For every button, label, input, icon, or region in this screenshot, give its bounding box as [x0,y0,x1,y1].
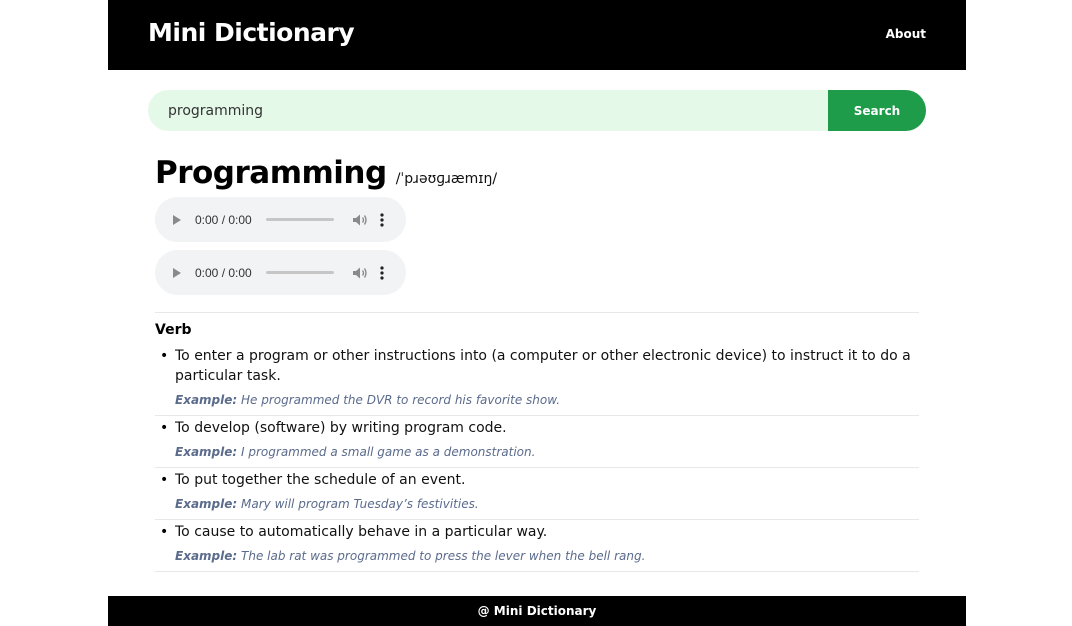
part-of-speech: Verb [155,322,192,338]
example-sentence: The lab rat was programmed to press the … [241,549,646,563]
site-header: Mini Dictionary About [108,0,966,70]
example-text: Example: I programmed a small game as a … [175,445,919,459]
example-text: Example: The lab rat was programmed to p… [175,549,919,563]
volume-icon[interactable] [352,213,368,227]
search-form: Search [148,90,926,131]
audio-time: 0:00 / 0:00 [195,265,252,280]
example-label: Example: [175,549,238,563]
definition-text: To put together the schedule of an event… [175,472,466,488]
example-text: Example: He programmed the DVR to record… [175,393,919,407]
definition-item: • To enter a program or other instructio… [155,346,919,416]
example-sentence: I programmed a small game as a demonstra… [241,445,536,459]
bullet-icon: • [160,348,169,364]
search-input[interactable] [148,90,848,131]
word-heading: Programming /ˈpɹəʊɡɹæmɪŋ/ [155,155,919,191]
definition-item: • To develop (software) by writing progr… [155,418,919,468]
audio-player[interactable]: 0:00 / 0:00 [155,197,406,242]
volume-icon[interactable] [352,266,368,280]
definition-text: To develop (software) by writing program… [175,420,507,436]
phonetic-text: /ˈpɹəʊɡɹæmɪŋ/ [395,171,498,187]
definition-item: • To cause to automatically behave in a … [155,522,919,572]
audio-progress-slider[interactable] [265,271,334,274]
about-link[interactable]: About [886,27,926,41]
site-logo[interactable]: Mini Dictionary [148,18,355,47]
bullet-icon: • [160,420,169,436]
bullet-icon: • [160,472,169,488]
play-icon[interactable] [173,214,181,225]
word-title: Programming [155,155,387,191]
definition-item: • To put together the schedule of an eve… [155,470,919,520]
audio-time: 0:00 / 0:00 [195,212,252,227]
site-footer: @ Mini Dictionary [108,596,966,626]
search-button[interactable]: Search [828,90,926,131]
more-options-icon[interactable] [380,265,384,280]
section-divider [155,312,919,313]
definition-text: To enter a program or other instructions… [175,348,911,384]
example-text: Example: Mary will program Tuesday’s fes… [175,497,919,511]
audio-player[interactable]: 0:00 / 0:00 [155,250,406,295]
audio-progress-slider[interactable] [265,218,334,221]
example-label: Example: [175,497,238,511]
example-sentence: Mary will program Tuesday’s festivities. [241,497,479,511]
word-entry: Programming /ˈpɹəʊɡɹæmɪŋ/ 0:00 / 0:00 0:… [155,155,919,574]
more-options-icon[interactable] [380,212,384,227]
bullet-icon: • [160,524,169,540]
example-sentence: He programmed the DVR to record his favo… [241,393,561,407]
definition-list: • To enter a program or other instructio… [155,346,919,572]
definition-text: To cause to automatically behave in a pa… [175,524,548,540]
example-label: Example: [175,393,238,407]
play-icon[interactable] [173,267,181,278]
example-label: Example: [175,445,238,459]
